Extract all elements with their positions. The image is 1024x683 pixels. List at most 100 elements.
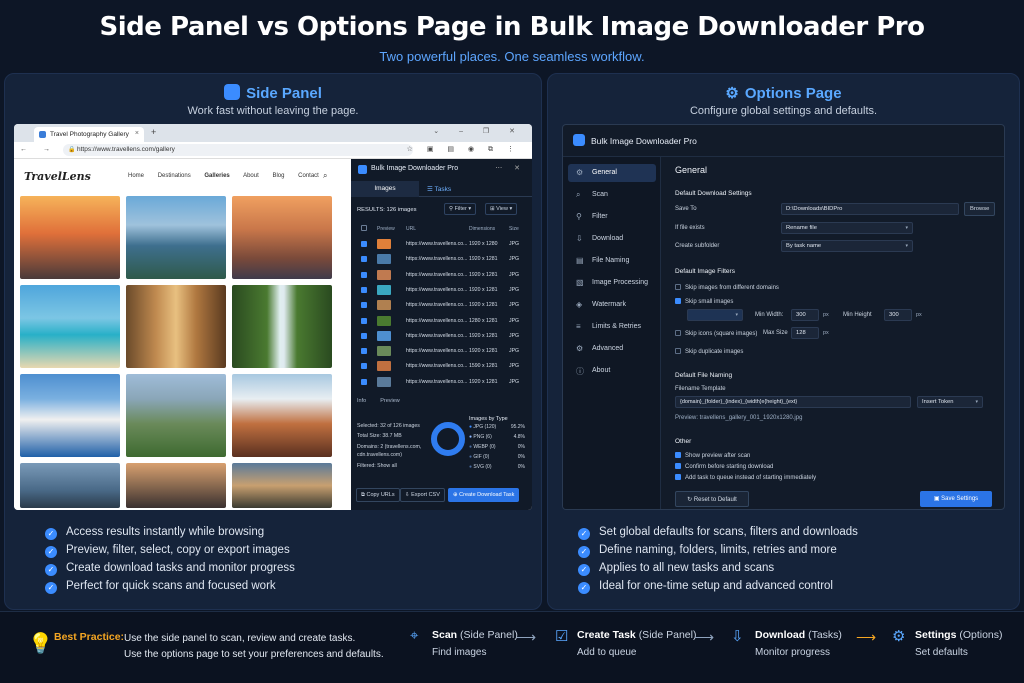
photo-cliff-town[interactable] bbox=[232, 196, 332, 279]
site-nav-item[interactable]: Contact bbox=[298, 173, 319, 179]
options-nav-label: Watermark bbox=[592, 301, 626, 308]
checkbox[interactable] bbox=[675, 348, 681, 354]
photo-waterfall[interactable] bbox=[232, 285, 332, 368]
row-checkbox[interactable] bbox=[361, 378, 367, 385]
photo-city[interactable] bbox=[126, 463, 226, 508]
show-preview-checkbox[interactable]: Show preview after scan bbox=[675, 452, 750, 459]
insert-token-select[interactable]: Insert Token ▾ bbox=[917, 396, 983, 408]
table-row[interactable]: https://www.travellens.co... 1920 x 1280 J… bbox=[357, 237, 527, 252]
copy-urls-button[interactable]: ⧉ Copy URLs bbox=[356, 488, 400, 502]
search-icon[interactable]: ⌕ bbox=[323, 171, 327, 181]
subfolder-select[interactable]: By task name ▾ bbox=[781, 240, 913, 252]
checkbox[interactable] bbox=[675, 463, 681, 469]
table-row[interactable]: https://www.travellens.co... 1920 x 1281 J… bbox=[357, 329, 527, 344]
site-nav-item[interactable]: Blog bbox=[272, 173, 284, 179]
view-button[interactable]: ⊞ View ▾ bbox=[485, 203, 518, 215]
row-checkbox[interactable] bbox=[361, 286, 367, 293]
table-row[interactable]: https://www.travellens.co... 1920 x 1281 J… bbox=[357, 344, 527, 359]
skip-duplicates-checkbox[interactable]: Skip duplicate images bbox=[675, 348, 743, 355]
photo-valley[interactable] bbox=[126, 374, 226, 457]
checkbox[interactable] bbox=[675, 284, 681, 290]
row-checkbox[interactable] bbox=[361, 302, 367, 309]
table-row[interactable]: https://www.travellens.co... 1920 x 1281 J… bbox=[357, 283, 527, 298]
row-checkbox[interactable] bbox=[361, 241, 367, 247]
skip-domains-checkbox[interactable]: Skip images from different domains bbox=[675, 284, 779, 291]
row-checkbox[interactable] bbox=[361, 271, 367, 278]
tab-info[interactable]: Info bbox=[357, 398, 366, 404]
skip-small-checkbox[interactable]: Skip small images bbox=[675, 298, 733, 305]
chevron-down-icon: ▾ bbox=[735, 312, 738, 318]
photo-alley[interactable] bbox=[126, 285, 226, 368]
options-nav-item[interactable]: ⓘ About bbox=[568, 362, 656, 380]
options-nav-item[interactable]: ⚙ Advanced bbox=[568, 340, 656, 358]
table-row[interactable]: https://www.travellens.co... 1920 x 1281 J… bbox=[357, 375, 527, 390]
row-checkbox[interactable] bbox=[361, 317, 367, 324]
site-nav-item[interactable]: Galleries bbox=[204, 173, 229, 179]
options-nav-item[interactable]: ◈ Watermark bbox=[568, 296, 656, 314]
skip-icons-checkbox[interactable]: Skip icons (square images) bbox=[675, 330, 757, 337]
url-field[interactable]: 🔒 https://www.travellens.com/gallery bbox=[63, 144, 413, 156]
table-row[interactable]: https://www.travellens.co... 1920 x 1281 J… bbox=[357, 268, 527, 283]
table-row[interactable]: https://www.travellens.co... 1280 x 1281 J… bbox=[357, 314, 527, 329]
tab-tasks[interactable]: ☰ Tasks bbox=[427, 185, 451, 193]
photo-lake[interactable] bbox=[126, 196, 226, 279]
options-nav-item[interactable]: ⇩ Download bbox=[568, 230, 656, 248]
filtered[interactable]: Filtered: Show all bbox=[357, 461, 457, 471]
tab-preview[interactable]: Preview bbox=[380, 398, 400, 404]
options-nav-item[interactable]: ⌕ Scan bbox=[568, 186, 656, 204]
table-row[interactable]: https://www.travellens.co... 1920 x 1281 J… bbox=[357, 252, 527, 267]
tab-tasks-label: Tasks bbox=[434, 186, 452, 193]
select-all-checkbox[interactable] bbox=[361, 225, 367, 231]
options-nav-item[interactable]: ≡ Limits & Retries bbox=[568, 318, 656, 336]
row-checkbox[interactable] bbox=[361, 348, 367, 355]
new-tab-icon[interactable]: + bbox=[151, 127, 156, 137]
row-checkbox[interactable] bbox=[361, 256, 367, 263]
checkbox[interactable] bbox=[675, 298, 681, 304]
create-download-task-button[interactable]: ⊕ Create Download Task bbox=[448, 488, 520, 502]
max-size-input[interactable]: 128 bbox=[791, 327, 819, 339]
table-row[interactable]: https://www.travellens.co... 1590 x 1281 J… bbox=[357, 359, 527, 374]
confirm-checkbox[interactable]: Confirm before starting download bbox=[675, 463, 773, 470]
options-nav-item[interactable]: ⚲ Filter bbox=[568, 208, 656, 226]
photo-pagoda[interactable] bbox=[232, 374, 332, 457]
view-label: View bbox=[496, 206, 508, 212]
browser-tab[interactable]: Travel Photography Gallery × bbox=[34, 127, 144, 142]
row-checkbox[interactable] bbox=[361, 332, 367, 339]
filter-button[interactable]: ⚲ Filter ▾ bbox=[444, 203, 477, 215]
browse-button[interactable]: Browse bbox=[964, 202, 996, 216]
close-tab-icon[interactable]: × bbox=[135, 130, 139, 137]
row-checkbox[interactable] bbox=[361, 363, 367, 370]
if-exists-select[interactable]: Rename file ▾ bbox=[781, 222, 913, 234]
site-nav-item[interactable]: About bbox=[243, 173, 259, 179]
site-nav-item[interactable]: Home bbox=[128, 173, 144, 179]
table-row[interactable]: https://www.travellens.co... 1920 x 1281 J… bbox=[357, 298, 527, 313]
photo-mountains[interactable] bbox=[20, 463, 120, 508]
site-nav-item[interactable]: Destinations bbox=[158, 173, 191, 179]
reset-button[interactable]: ↻ Reset to Default bbox=[675, 491, 749, 507]
photo-santorini[interactable] bbox=[20, 374, 120, 457]
checkbox[interactable] bbox=[675, 330, 681, 336]
options-nav-item[interactable]: ▧ Image Processing bbox=[568, 274, 656, 292]
min-height-input[interactable]: 300 bbox=[884, 309, 912, 321]
add-queue-checkbox[interactable]: Add task to queue instead of starting im… bbox=[675, 474, 816, 481]
template-input[interactable]: {domain}_{folder}_{index}_{width}x{heigh… bbox=[675, 396, 911, 408]
window-controls[interactable]: ⌄ – ❐ ✕ bbox=[433, 127, 524, 135]
min-width-input[interactable]: 300 bbox=[791, 309, 819, 321]
tab-images[interactable]: Images bbox=[351, 181, 419, 197]
checkbox[interactable] bbox=[675, 452, 681, 458]
small-images-select[interactable]: ▾ bbox=[687, 309, 743, 321]
save-settings-button[interactable]: ▣ Save Settings bbox=[920, 491, 992, 507]
options-nav-item[interactable]: ⚙ General bbox=[568, 164, 656, 182]
row-url: https://www.travellens.co... bbox=[406, 363, 468, 370]
panel-controls[interactable]: ⋯ ✕ bbox=[495, 164, 525, 172]
photo-dusk[interactable] bbox=[232, 463, 332, 508]
export-csv-button[interactable]: ⇩ Export CSV bbox=[400, 488, 445, 502]
photo-sunset[interactable] bbox=[20, 196, 120, 279]
save-path-field[interactable]: D:\Downloads\BIDPro bbox=[781, 203, 959, 215]
options-nav-item[interactable]: ▤ File Naming bbox=[568, 252, 656, 270]
insert-token-label: Insert Token bbox=[922, 399, 954, 405]
download-icon: ⇩ bbox=[731, 628, 744, 645]
checkbox[interactable] bbox=[675, 474, 681, 480]
photo-beach[interactable] bbox=[20, 285, 120, 368]
extension-icons[interactable]: ☆ ▣ ▤ ◉ ⧉ ⋮ bbox=[407, 145, 520, 154]
